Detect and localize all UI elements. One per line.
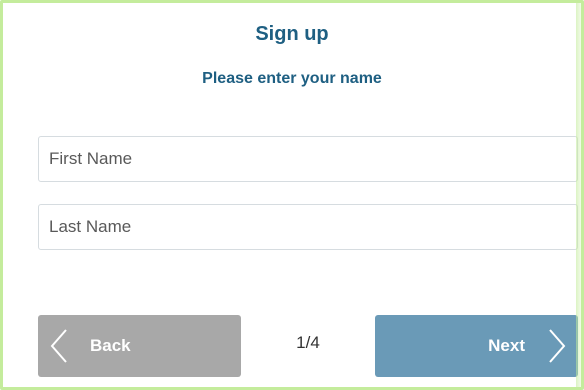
page-subtitle: Please enter your name — [202, 70, 382, 87]
last-name-input[interactable] — [38, 204, 578, 250]
page-indicator: 1/4 — [296, 333, 320, 352]
chevron-right-icon — [549, 329, 566, 363]
page-title: Sign up — [255, 23, 329, 45]
signup-panel: Sign up Please enter your name Back 1/4 … — [0, 0, 584, 390]
next-button[interactable]: Next — [375, 315, 578, 377]
chevron-left-icon — [50, 329, 67, 363]
back-button-label: Back — [90, 336, 131, 355]
back-button[interactable]: Back — [38, 315, 241, 377]
next-button-label: Next — [488, 336, 525, 355]
first-name-input[interactable] — [38, 136, 578, 182]
